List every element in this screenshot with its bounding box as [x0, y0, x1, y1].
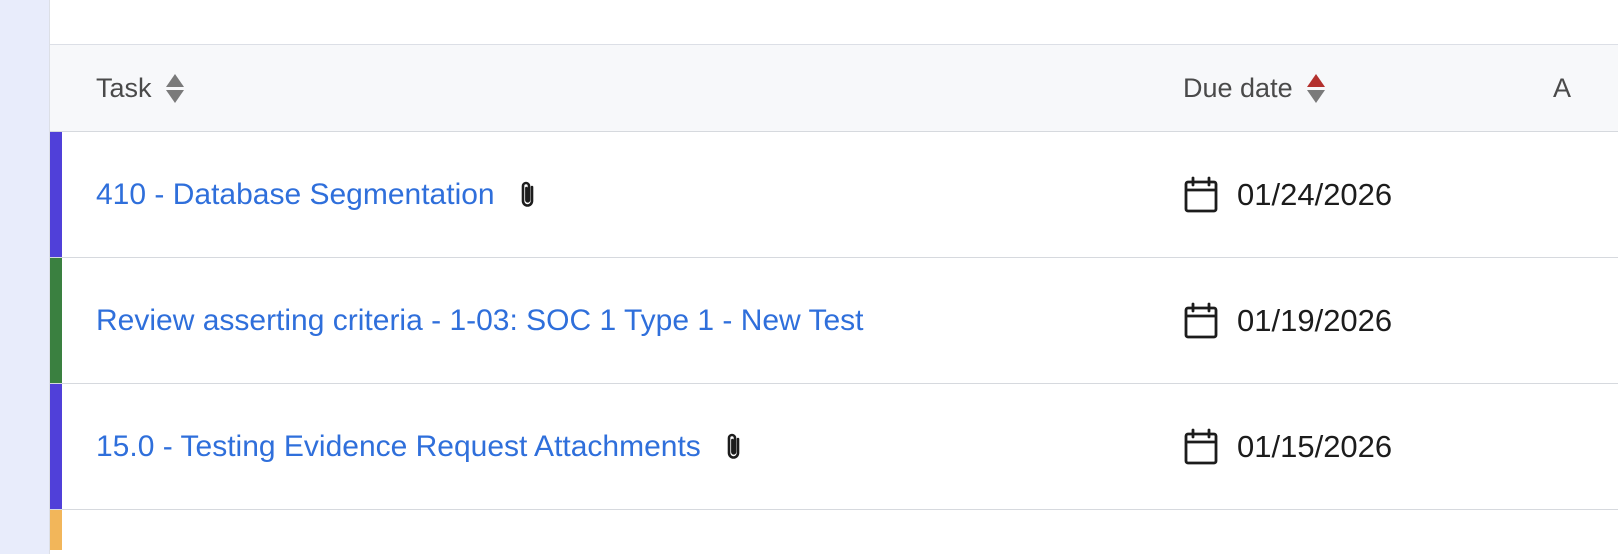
- due-date-cell: 01/15/2026: [1183, 384, 1392, 509]
- column-header-task[interactable]: Task: [96, 45, 184, 131]
- due-date-value: 01/19/2026: [1237, 302, 1393, 338]
- task-name: 410 - Database Segmentation: [96, 177, 495, 211]
- calendar-icon: [1183, 302, 1219, 340]
- table-row[interactable]: 410 - Database Segmentation 01/24/2026: [50, 132, 1618, 258]
- table-row[interactable]: [50, 510, 1618, 550]
- column-header-third[interactable]: A: [1553, 45, 1571, 131]
- task-link[interactable]: 15.0 - Testing Evidence Request Attachme…: [96, 384, 745, 509]
- task-name: Review asserting criteria - 1-03: SOC 1 …: [96, 303, 864, 337]
- task-panel: Task Due date A 410 - Database Segmentat…: [49, 0, 1618, 554]
- column-header-third-label: A: [1553, 72, 1572, 103]
- row-status-bar: [50, 258, 62, 383]
- calendar-icon: [1183, 176, 1219, 214]
- left-rail: [0, 0, 49, 554]
- sort-icon[interactable]: [1306, 73, 1325, 103]
- paperclip-icon: [723, 432, 745, 462]
- column-header-due-date-label: Due date: [1183, 72, 1293, 103]
- calendar-icon: [1183, 428, 1219, 466]
- row-status-bar: [50, 384, 62, 509]
- due-date-cell: 01/19/2026: [1183, 258, 1392, 383]
- task-link[interactable]: Review asserting criteria - 1-03: SOC 1 …: [96, 258, 864, 383]
- sort-icon[interactable]: [165, 73, 184, 103]
- table-row[interactable]: Review asserting criteria - 1-03: SOC 1 …: [50, 258, 1618, 384]
- due-date-cell: 01/24/2026: [1183, 132, 1392, 257]
- paperclip-icon: [517, 180, 539, 210]
- panel-top-area: [50, 0, 1618, 45]
- table-header: Task Due date A: [50, 45, 1618, 132]
- table-row[interactable]: 15.0 - Testing Evidence Request Attachme…: [50, 384, 1618, 510]
- task-name: 15.0 - Testing Evidence Request Attachme…: [96, 429, 701, 463]
- row-status-bar: [50, 132, 62, 257]
- column-header-task-label: Task: [96, 72, 152, 103]
- task-link[interactable]: 410 - Database Segmentation: [96, 132, 539, 257]
- due-date-value: 01/15/2026: [1237, 428, 1393, 464]
- column-header-due-date[interactable]: Due date: [1183, 45, 1325, 131]
- due-date-value: 01/24/2026: [1237, 176, 1393, 212]
- row-status-bar: [50, 510, 62, 550]
- table-body: 410 - Database Segmentation 01/24/2026 Rev…: [50, 132, 1618, 510]
